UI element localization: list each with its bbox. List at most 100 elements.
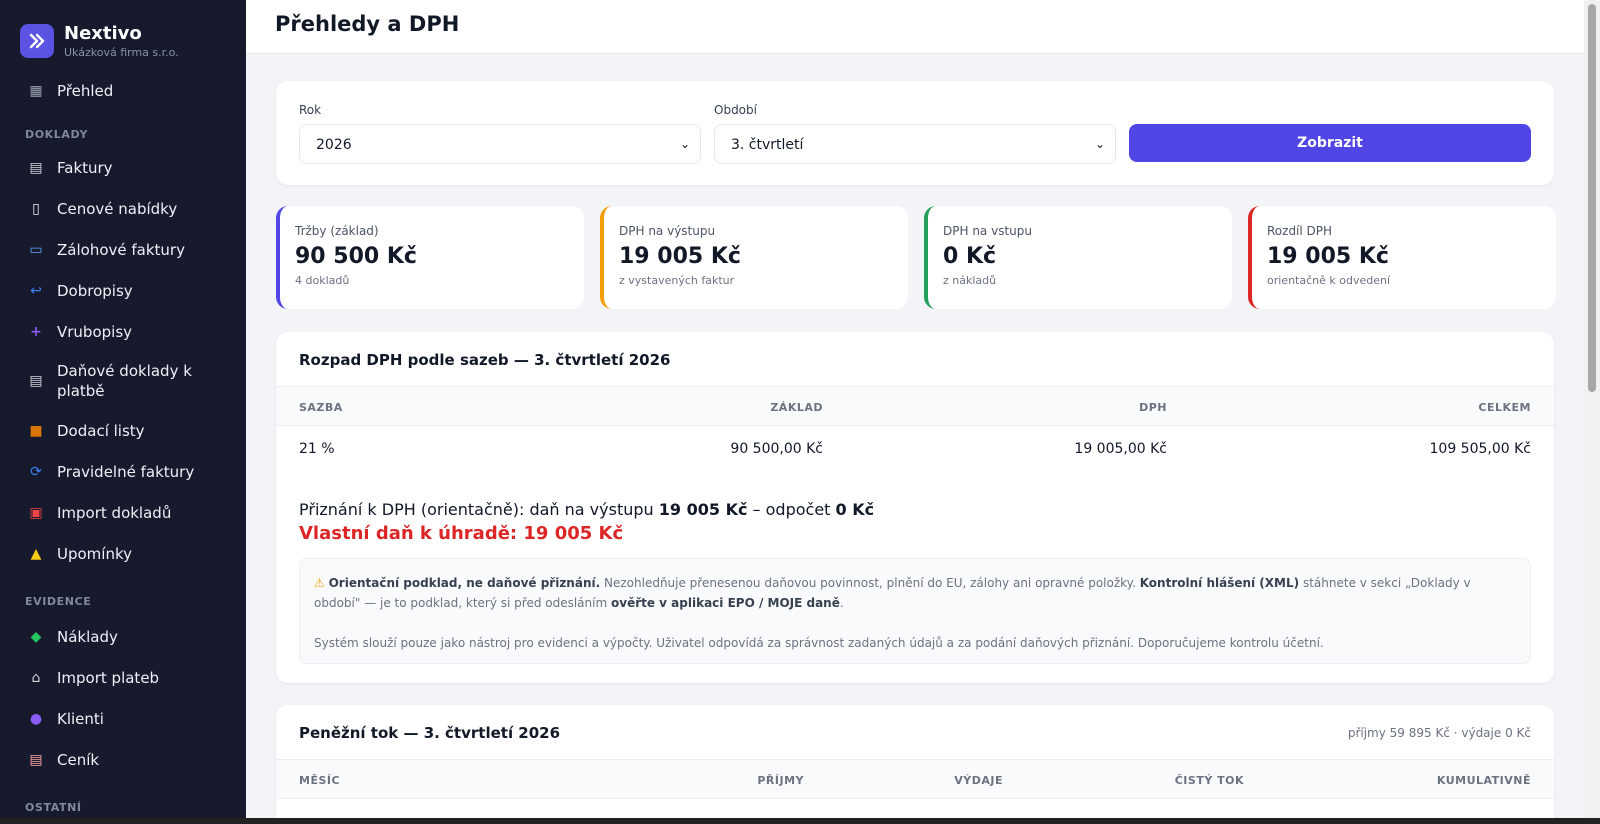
scrollbar-thumb[interactable] bbox=[1588, 4, 1596, 392]
company-name: Ukázková firma s.r.o. bbox=[64, 45, 179, 59]
sidebar-item-pricelist[interactable]: ▤ Ceník bbox=[0, 739, 246, 780]
col-vat: DPH bbox=[1139, 401, 1167, 414]
card-icon: ▭ bbox=[29, 241, 43, 258]
col-expenses: VÝDAJE bbox=[954, 774, 1003, 787]
stat-sub: z vystavených faktur bbox=[619, 274, 735, 287]
bell-icon: ▲ bbox=[30, 545, 42, 562]
col-total: CELKEM bbox=[1478, 401, 1531, 414]
stat-vat-input: DPH na vstupu 0 Kč z nákladů bbox=[924, 206, 1232, 309]
window-bottom-edge bbox=[0, 818, 1600, 824]
cash-flow-card: Peněžní tok — 3. čtvrtletí 2026 příjmy 5… bbox=[276, 705, 1554, 824]
stat-value: 19 005 Kč bbox=[1267, 244, 1389, 269]
sidebar-item-clients[interactable]: ● Klienti bbox=[0, 698, 246, 739]
notice-strong: Kontrolní hlášení (XML) bbox=[1139, 576, 1300, 590]
vat-breakdown-card: Rozpad DPH podle sazeb — 3. čtvrtletí 20… bbox=[276, 332, 1554, 683]
vat-card-title: Rozpad DPH podle sazeb — 3. čtvrtletí 20… bbox=[299, 351, 671, 369]
own-tax-due: Vlastní daň k úhradě: 19 005 Kč bbox=[299, 523, 624, 544]
sidebar-item-label: Daňové doklady k platbě bbox=[57, 362, 192, 400]
stat-label: DPH na výstupu bbox=[619, 224, 716, 238]
sidebar-item-import-payments[interactable]: ⌂ Import plateb bbox=[0, 657, 246, 698]
notice-strong: Orientační podklad, ne daňové přiznání. bbox=[328, 576, 601, 590]
year-value: 2026 bbox=[316, 137, 352, 153]
sidebar-item-quotes[interactable]: ▯ Cenové nabídky bbox=[0, 188, 246, 229]
cell-total: 109 505,00 Kč bbox=[1429, 441, 1532, 457]
stat-revenue: Tržby (základ) 90 500 Kč 4 dokladů bbox=[276, 206, 584, 309]
vat-table-header: SAZBA ZÁKLAD DPH CELKEM bbox=[276, 386, 1554, 426]
year-select[interactable]: 2026 ⌄ bbox=[299, 124, 701, 164]
sidebar-item-credit-notes[interactable]: ↩ Dobropisy bbox=[0, 270, 246, 311]
sidebar-item-label: Zálohové faktury bbox=[57, 240, 185, 259]
inbox-icon: ▣ bbox=[29, 504, 43, 521]
col-month: MĚSÍC bbox=[299, 774, 341, 787]
package-icon: ■ bbox=[29, 422, 43, 439]
year-label: Rok bbox=[299, 103, 322, 117]
page-title: Přehledy a DPH bbox=[275, 12, 460, 36]
sidebar-item-label: Import dokladů bbox=[57, 503, 172, 522]
sidebar-item-label: Vrubopisy bbox=[57, 322, 133, 341]
summary-mid: – odpočet bbox=[752, 500, 831, 519]
sidebar-item-label: Upomínky bbox=[57, 544, 132, 563]
disclaimer-paragraph: Systém slouží pouze jako nástroj pro evi… bbox=[314, 636, 1324, 650]
stat-sub: orientačně k odvedení bbox=[1267, 274, 1391, 287]
stat-value: 19 005 Kč bbox=[619, 244, 741, 269]
bank-icon: ⌂ bbox=[31, 669, 41, 686]
notice-box: ⚠ Orientační podklad, ne daňové přiznání… bbox=[299, 558, 1531, 664]
sidebar-item-label: Import plateb bbox=[57, 668, 160, 687]
brand-name: Nextivo bbox=[64, 22, 142, 44]
user-icon: ● bbox=[29, 710, 43, 727]
stat-sub: z nákladů bbox=[943, 274, 997, 287]
sidebar-item-delivery-notes[interactable]: ■ Dodací listy bbox=[0, 410, 246, 451]
col-cumulative: KUMULATIVNĚ bbox=[1436, 774, 1531, 787]
sidebar-item-proforma[interactable]: ▭ Zálohové faktury bbox=[0, 229, 246, 270]
sidebar-item-label: Klienti bbox=[57, 709, 104, 728]
notice-text: . bbox=[839, 596, 844, 610]
summary-output: 19 005 Kč bbox=[658, 500, 748, 519]
sidebar-item-label: Dodací listy bbox=[57, 421, 145, 440]
stat-label: DPH na vstupu bbox=[943, 224, 1032, 238]
return-icon: ↩ bbox=[30, 282, 42, 299]
col-base: ZÁKLAD bbox=[770, 401, 823, 414]
cash-card-title: Peněžní tok — 3. čtvrtletí 2026 bbox=[299, 724, 561, 742]
sidebar-item-expenses[interactable]: ◆ Náklady bbox=[0, 616, 246, 657]
col-income: PŘÍJMY bbox=[757, 774, 804, 787]
sidebar-item-overview[interactable]: ▦ Přehled bbox=[0, 70, 246, 111]
sidebar-item-label: Dobropisy bbox=[57, 281, 133, 300]
summary-deduction: 0 Kč bbox=[835, 500, 875, 519]
cell-rate: 21 % bbox=[299, 441, 335, 457]
sidebar-item-reminders[interactable]: ▲ Upomínky bbox=[0, 533, 246, 574]
cash-summary: příjmy 59 895 Kč · výdaje 0 Kč bbox=[1347, 726, 1531, 740]
logo-icon bbox=[20, 24, 54, 58]
sidebar-item-import-documents[interactable]: ▣ Import dokladů bbox=[0, 492, 246, 533]
receipt-icon: ▤ bbox=[29, 373, 43, 389]
period-value: 3. čtvrtletí bbox=[731, 137, 804, 153]
sidebar: Nextivo Ukázková firma s.r.o. ▦ Přehled … bbox=[0, 0, 246, 818]
stat-value: 0 Kč bbox=[943, 244, 997, 269]
stat-vat-output: DPH na výstupu 19 005 Kč z vystavených f… bbox=[600, 206, 908, 309]
chevron-down-icon: ⌄ bbox=[1094, 137, 1105, 151]
repeat-icon: ⟳ bbox=[30, 463, 42, 480]
grid-icon: ▦ bbox=[29, 82, 43, 99]
sidebar-item-label: Faktury bbox=[57, 158, 113, 177]
brand[interactable]: Nextivo Ukázková firma s.r.o. bbox=[0, 0, 246, 62]
sidebar-item-debit-notes[interactable]: + Vrubopisy bbox=[0, 311, 246, 352]
show-button[interactable]: Zobrazit bbox=[1129, 124, 1531, 162]
section-doklady: DOKLADY bbox=[25, 128, 89, 141]
sidebar-item-label: Přehled bbox=[57, 81, 114, 100]
sidebar-item-recurring-invoices[interactable]: ⟳ Pravidelné faktury bbox=[0, 451, 246, 492]
invoice-icon: ▤ bbox=[29, 159, 43, 176]
vat-return-summary: Přiznání k DPH (orientačně): daň na výst… bbox=[299, 500, 874, 519]
sidebar-item-invoices[interactable]: ▤ Faktury bbox=[0, 147, 246, 188]
sidebar-item-tax-documents[interactable]: ▤ Daňové doklady k platbě bbox=[0, 352, 246, 410]
cell-base: 90 500,00 Kč bbox=[730, 441, 823, 457]
section-ostatni: OSTATNÍ bbox=[25, 801, 82, 814]
document-icon: ▯ bbox=[32, 200, 40, 217]
notice-strong: ověřte v aplikaci EPO / MOJE daně bbox=[611, 596, 840, 610]
sidebar-item-label: Ceník bbox=[57, 750, 100, 769]
stat-vat-difference: Rozdíl DPH 19 005 Kč orientačně k odvede… bbox=[1248, 206, 1556, 309]
stat-label: Tržby (základ) bbox=[295, 224, 379, 238]
period-select[interactable]: 3. čtvrtletí ⌄ bbox=[714, 124, 1116, 164]
notice-text: Nezohledňuje přenesenou daňovou povinnos… bbox=[604, 576, 1136, 590]
page-scrollbar[interactable] bbox=[1584, 0, 1600, 818]
cell-vat: 19 005,00 Kč bbox=[1074, 441, 1167, 457]
money-icon: ◆ bbox=[30, 628, 42, 645]
